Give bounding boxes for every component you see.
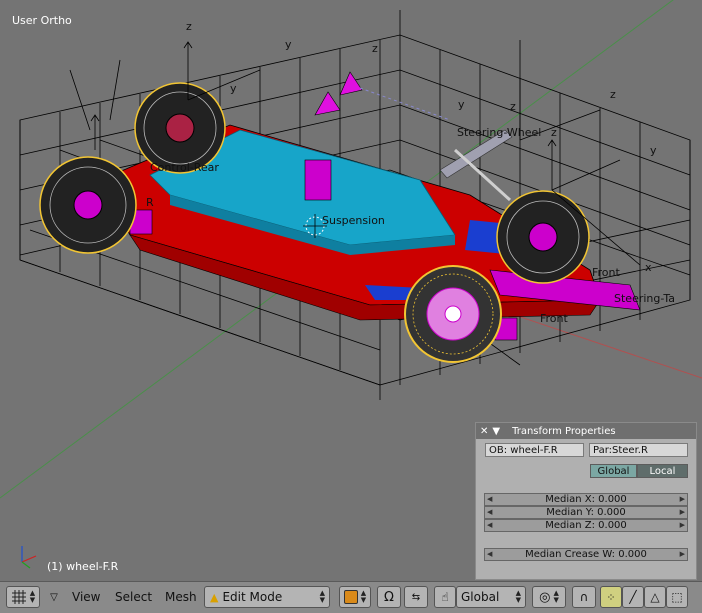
draw-type-button[interactable]: ▲ ▼ (339, 586, 371, 608)
median-y-value: Median Y: 0.000 (546, 507, 626, 518)
suspension-block[interactable] (304, 159, 332, 201)
axis-y-label-3: y (650, 144, 657, 157)
view-axis-indicator (21, 546, 37, 569)
vertex-select-mode-button[interactable]: ⁘ (600, 586, 622, 608)
mesh-triangle-icon: ▲ (210, 590, 219, 604)
manipulator-toggle[interactable]: ☝ (434, 586, 456, 608)
vertex-icon: ⁘ (606, 590, 616, 604)
axis-z-label-4: z (610, 88, 616, 101)
menu-mesh[interactable]: Mesh (161, 586, 201, 608)
parent-field[interactable]: Par:Steer.R (589, 443, 688, 457)
menu-select[interactable]: Select (111, 586, 156, 608)
axis-z-label-5: z (510, 100, 516, 113)
solid-shading-icon (343, 590, 358, 604)
label-rear-small: R (146, 196, 154, 209)
decrement-arrow-icon[interactable]: ◀ (487, 549, 492, 560)
label-suspension: Suspension (322, 214, 385, 227)
label-front-left: Front (592, 266, 621, 279)
panel-title: Transform Properties (512, 425, 616, 437)
steer-dashed-line (359, 87, 451, 121)
selected-object-name: (1) wheel-F.R (47, 560, 119, 573)
axis-z-label-1: z (186, 20, 192, 33)
axis-y-label-1: y (285, 38, 292, 51)
edge-select-mode-button[interactable]: ╱ (622, 586, 644, 608)
median-y-field[interactable]: ◀ Median Y: 0.000 ▶ (484, 506, 688, 519)
label-steering-wheel: Steering-Wheel (457, 126, 541, 139)
label-steering-target: Steering-Ta (614, 292, 675, 305)
label-control-rear: Control-Rear (150, 161, 219, 174)
axis-x-label: x (645, 261, 652, 274)
decrement-arrow-icon[interactable]: ◀ (487, 507, 492, 518)
limit-selection-visible-button[interactable]: ⬚ (666, 586, 688, 608)
increment-arrow-icon[interactable]: ▶ (680, 549, 685, 560)
arrows-icon: ⇆ (411, 591, 421, 603)
snap-button[interactable]: ∩ (572, 586, 596, 608)
updown-arrows-icon: ▲ ▼ (319, 589, 325, 604)
wheel-front-right-selected[interactable] (404, 265, 502, 363)
steering-bone (453, 148, 512, 202)
hand-icon: ☝ (441, 590, 449, 604)
cube-icon: ⬚ (671, 590, 683, 604)
median-z-field[interactable]: ◀ Median Z: 0.000 ▶ (484, 519, 688, 532)
menu-view[interactable]: View (68, 586, 104, 608)
wheel-rear-right[interactable] (39, 156, 137, 254)
mode-select-value: Edit Mode (222, 590, 283, 604)
wheel-rear-left[interactable] (134, 82, 226, 174)
global-toggle[interactable]: Global (590, 464, 637, 478)
median-z-value: Median Z: 0.000 (545, 520, 627, 531)
orientation-select[interactable]: Global ▲ ▼ (456, 586, 526, 608)
magnet-icon: ∩ (579, 590, 589, 604)
orientation-select-value: Global (461, 590, 500, 604)
3d-view-header[interactable]: ▲ ▼ ▽ View Select Mesh ▲ Edit Mode ▲ ▼ ▲ ▼ … (0, 581, 702, 613)
updown-arrows-icon: ▲ ▼ (515, 589, 521, 604)
increment-arrow-icon[interactable]: ▶ (680, 494, 685, 505)
menu-collapse-triangle-icon[interactable]: ▽ (47, 586, 61, 608)
label-front-right: Front (540, 312, 569, 325)
close-icon[interactable]: ✕ (480, 426, 488, 437)
object-name-field[interactable]: OB: wheel-F.R (485, 443, 584, 457)
proportional-circle-icon: ◎ (539, 589, 551, 605)
axis-z-label-3: z (372, 42, 378, 55)
pivot-button[interactable]: Ω (377, 586, 401, 608)
mode-select[interactable]: ▲ Edit Mode ▲ ▼ (204, 586, 330, 608)
updown-arrows-icon: ▲ ▼ (553, 589, 559, 604)
view-name: User Ortho (12, 14, 72, 27)
edge-icon: ╱ (629, 590, 637, 604)
axis-y-label-2: y (458, 98, 465, 111)
collapse-triangle-icon[interactable]: ▼ (492, 426, 500, 437)
occlude-geometry-button[interactable]: ⇆ (404, 586, 428, 608)
axis-z-label-2: z (551, 126, 557, 139)
median-x-value: Median X: 0.000 (545, 494, 627, 505)
median-crease-field[interactable]: ◀ Median Crease W: 0.000 ▶ (484, 548, 688, 561)
editor-type-button[interactable]: ▲ ▼ (6, 586, 40, 608)
panel-header[interactable]: ✕ ▼ Transform Properties (476, 423, 696, 439)
increment-arrow-icon[interactable]: ▶ (680, 507, 685, 518)
local-toggle[interactable]: Local (637, 464, 688, 478)
updown-arrows-icon: ▲ ▼ (360, 589, 367, 604)
face-select-mode-button[interactable]: △ (644, 586, 666, 608)
wheel-front-left[interactable] (496, 190, 590, 284)
3d-viewport[interactable]: z y z y z y z x z y Steering-Wheel Contr… (0, 0, 702, 581)
grid-icon (11, 590, 26, 604)
increment-arrow-icon[interactable]: ▶ (680, 520, 685, 531)
face-icon: △ (650, 590, 660, 604)
axis-y-label-4: y (230, 82, 237, 95)
median-crease-value: Median Crease W: 0.000 (525, 549, 647, 560)
updown-arrows-icon: ▲ ▼ (29, 589, 36, 604)
omega-icon: Ω (384, 589, 394, 605)
steer-cone-1[interactable] (339, 71, 363, 96)
median-x-field[interactable]: ◀ Median X: 0.000 ▶ (484, 493, 688, 506)
decrement-arrow-icon[interactable]: ◀ (487, 520, 492, 531)
proportional-edit-button[interactable]: ◎ ▲ ▼ (532, 586, 566, 608)
decrement-arrow-icon[interactable]: ◀ (487, 494, 492, 505)
steer-cone-2[interactable] (314, 91, 341, 116)
transform-properties-panel[interactable]: ✕ ▼ Transform Properties OB: wheel-F.R P… (475, 422, 697, 580)
